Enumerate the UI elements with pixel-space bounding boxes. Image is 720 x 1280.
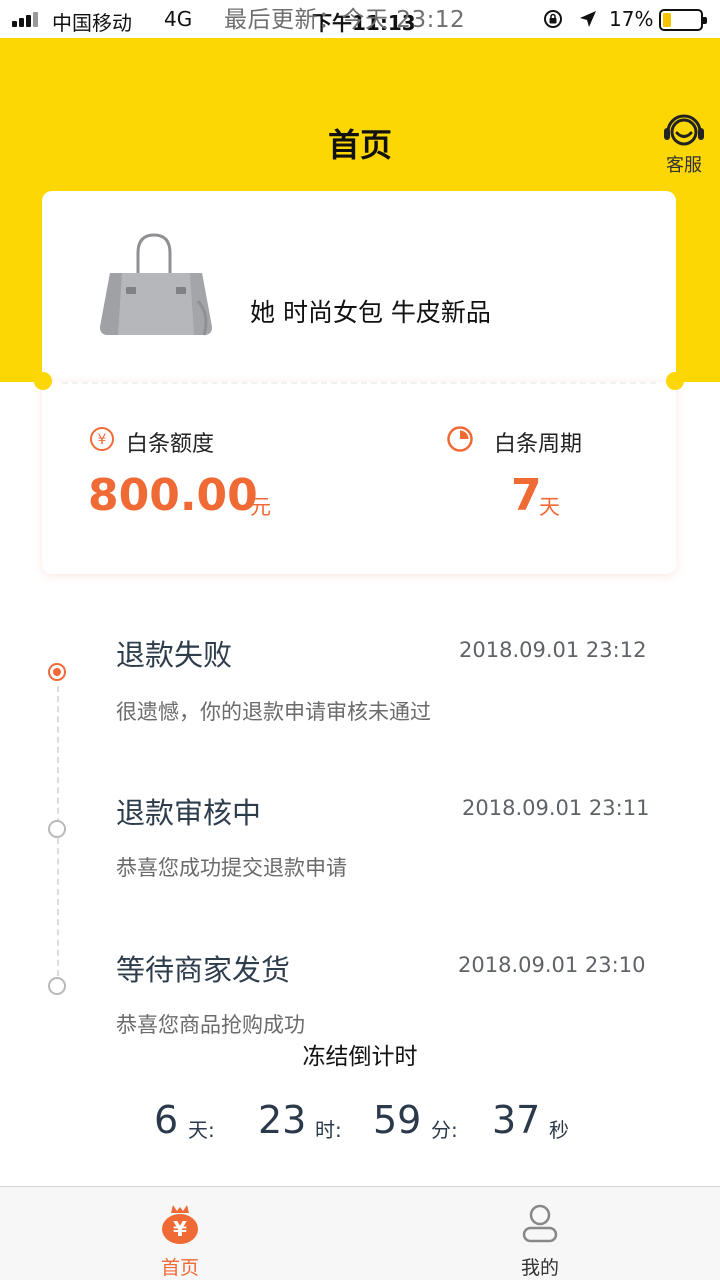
customer-service-label: 客服 xyxy=(666,155,702,176)
handbag-image xyxy=(100,233,212,336)
customer-service-button[interactable]: 客服 xyxy=(654,110,714,180)
credit-limit-label: 白条额度 xyxy=(126,432,215,457)
countdown-days-unit: 天: xyxy=(188,1118,215,1142)
timeline-item-title: 退款失败 xyxy=(116,638,233,672)
money-bag-icon: ¥ xyxy=(162,1205,198,1244)
countdown-minutes-unit: 分: xyxy=(431,1118,458,1142)
tab-mine-label: 我的 xyxy=(520,1257,559,1279)
battery-percent: 17% xyxy=(609,7,654,31)
page-title: 首页 xyxy=(327,126,392,164)
user-icon xyxy=(522,1204,558,1243)
status-bar: 中国移动 4G 下午11:13 最后更新：今天 23:12 17% xyxy=(0,0,720,38)
carrier-name: 中国移动 xyxy=(52,11,132,35)
countdown-days: 6 xyxy=(154,1098,179,1142)
countdown-title: 冻结倒计时 xyxy=(302,1044,418,1070)
signal-icon xyxy=(12,11,42,27)
pie-clock-icon xyxy=(447,426,473,452)
tab-home-label: 首页 xyxy=(160,1257,199,1279)
credit-period-value: 7 xyxy=(511,470,542,521)
countdown-seconds-unit: 秒 xyxy=(549,1118,569,1142)
timeline-item-title: 退款审核中 xyxy=(116,796,262,830)
timeline-dot-active xyxy=(48,663,66,681)
timeline-dot xyxy=(48,820,66,838)
tab-bar: ¥ 首页 我的 xyxy=(0,1186,720,1280)
timeline-item-time: 2018.09.01 23:11 xyxy=(462,796,650,820)
timeline-item-time: 2018.09.01 23:12 xyxy=(459,638,647,662)
network-type: 4G xyxy=(164,7,193,31)
timeline-item-desc: 很遗憾，你的退款申请审核未通过 xyxy=(116,700,431,724)
credit-period-label: 白条周期 xyxy=(494,432,583,457)
ticket-notch-right xyxy=(666,372,684,390)
product-name: 她 时尚女包 牛皮新品 xyxy=(250,298,491,327)
timeline-item-desc: 恭喜您商品抢购成功 xyxy=(116,1013,305,1037)
countdown-hours: 23 xyxy=(258,1098,307,1142)
credit-limit-value: 800.00 xyxy=(88,470,258,521)
svg-text:¥: ¥ xyxy=(173,1217,187,1241)
countdown-minutes: 59 xyxy=(373,1098,422,1142)
timeline-item-desc: 恭喜您成功提交退款申请 xyxy=(116,856,347,880)
headset-icon xyxy=(664,114,704,146)
location-arrow-icon xyxy=(580,11,596,27)
ticket-notch-left xyxy=(34,372,52,390)
tab-mine[interactable]: 我的 xyxy=(360,1187,720,1280)
countdown-hours-unit: 时: xyxy=(315,1118,342,1142)
tab-home[interactable]: ¥ 首页 xyxy=(0,1187,360,1280)
rotation-lock-icon xyxy=(544,10,562,28)
timeline-item-time: 2018.09.01 23:10 xyxy=(458,953,646,977)
product-card[interactable]: 她 时尚女包 牛皮新品 xyxy=(42,191,676,382)
credit-period-unit: 天 xyxy=(539,495,560,519)
countdown-seconds: 37 xyxy=(492,1098,541,1142)
last-updated-text: 最后更新：今天 23:12 xyxy=(224,7,466,33)
battery-icon xyxy=(659,9,707,31)
yen-circle-icon: ¥ xyxy=(90,427,114,451)
ticket-divider xyxy=(62,382,656,384)
credit-limit-unit: 元 xyxy=(250,495,271,519)
svg-text:¥: ¥ xyxy=(98,432,107,448)
timeline-dot xyxy=(48,977,66,995)
timeline-item-title: 等待商家发货 xyxy=(116,953,291,987)
